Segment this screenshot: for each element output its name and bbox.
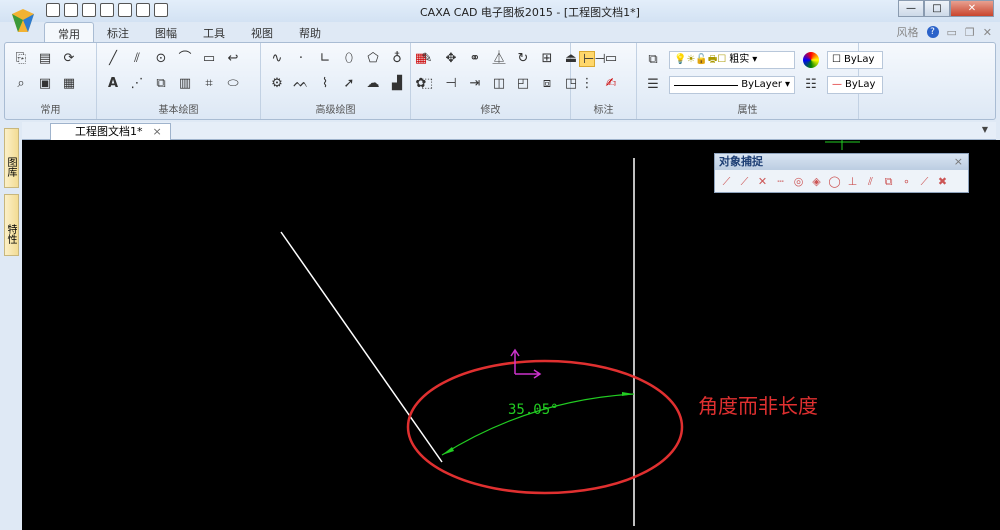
dimension-text[interactable]: 35.05°	[508, 402, 559, 418]
snap-toolbar-title: 对象捕捉	[719, 155, 763, 168]
crosshair-icon	[825, 140, 860, 150]
snap-endpoint-icon[interactable]: ⟋	[719, 174, 734, 189]
dimension-arrow	[442, 447, 454, 455]
snap-insert-icon[interactable]: ⧉	[881, 174, 896, 189]
snap-clear-icon[interactable]: ✖	[935, 174, 950, 189]
line-entity[interactable]	[280, 231, 443, 463]
snap-close-icon[interactable]: ×	[954, 154, 963, 170]
drawing-layer	[280, 140, 860, 526]
snap-quadrant-icon[interactable]: ◈	[809, 174, 824, 189]
dimension-arrow	[622, 392, 634, 396]
snap-extension-icon[interactable]: ┄	[773, 174, 788, 189]
object-snap-toolbar: 对象捕捉 × ⟋ ⟋ ✕ ┄ ◎ ◈ ◯ ⊥ ⫽ ⧉ ∘ ⟋ ✖	[714, 153, 969, 193]
snap-nearest-icon[interactable]: ⟋	[917, 174, 932, 189]
snap-perpendicular-icon[interactable]: ⊥	[845, 174, 860, 189]
snap-parallel-icon[interactable]: ⫽	[863, 174, 878, 189]
snap-tangent-icon[interactable]: ◯	[827, 174, 842, 189]
annotation-text: 角度而非长度	[698, 394, 818, 418]
snap-node-icon[interactable]: ∘	[899, 174, 914, 189]
snap-center-icon[interactable]: ◎	[791, 174, 806, 189]
highlight-ellipse	[406, 359, 684, 495]
snap-intersection-icon[interactable]: ✕	[755, 174, 770, 189]
ucs-icon	[510, 348, 542, 379]
snap-midpoint-icon[interactable]: ⟋	[737, 174, 752, 189]
